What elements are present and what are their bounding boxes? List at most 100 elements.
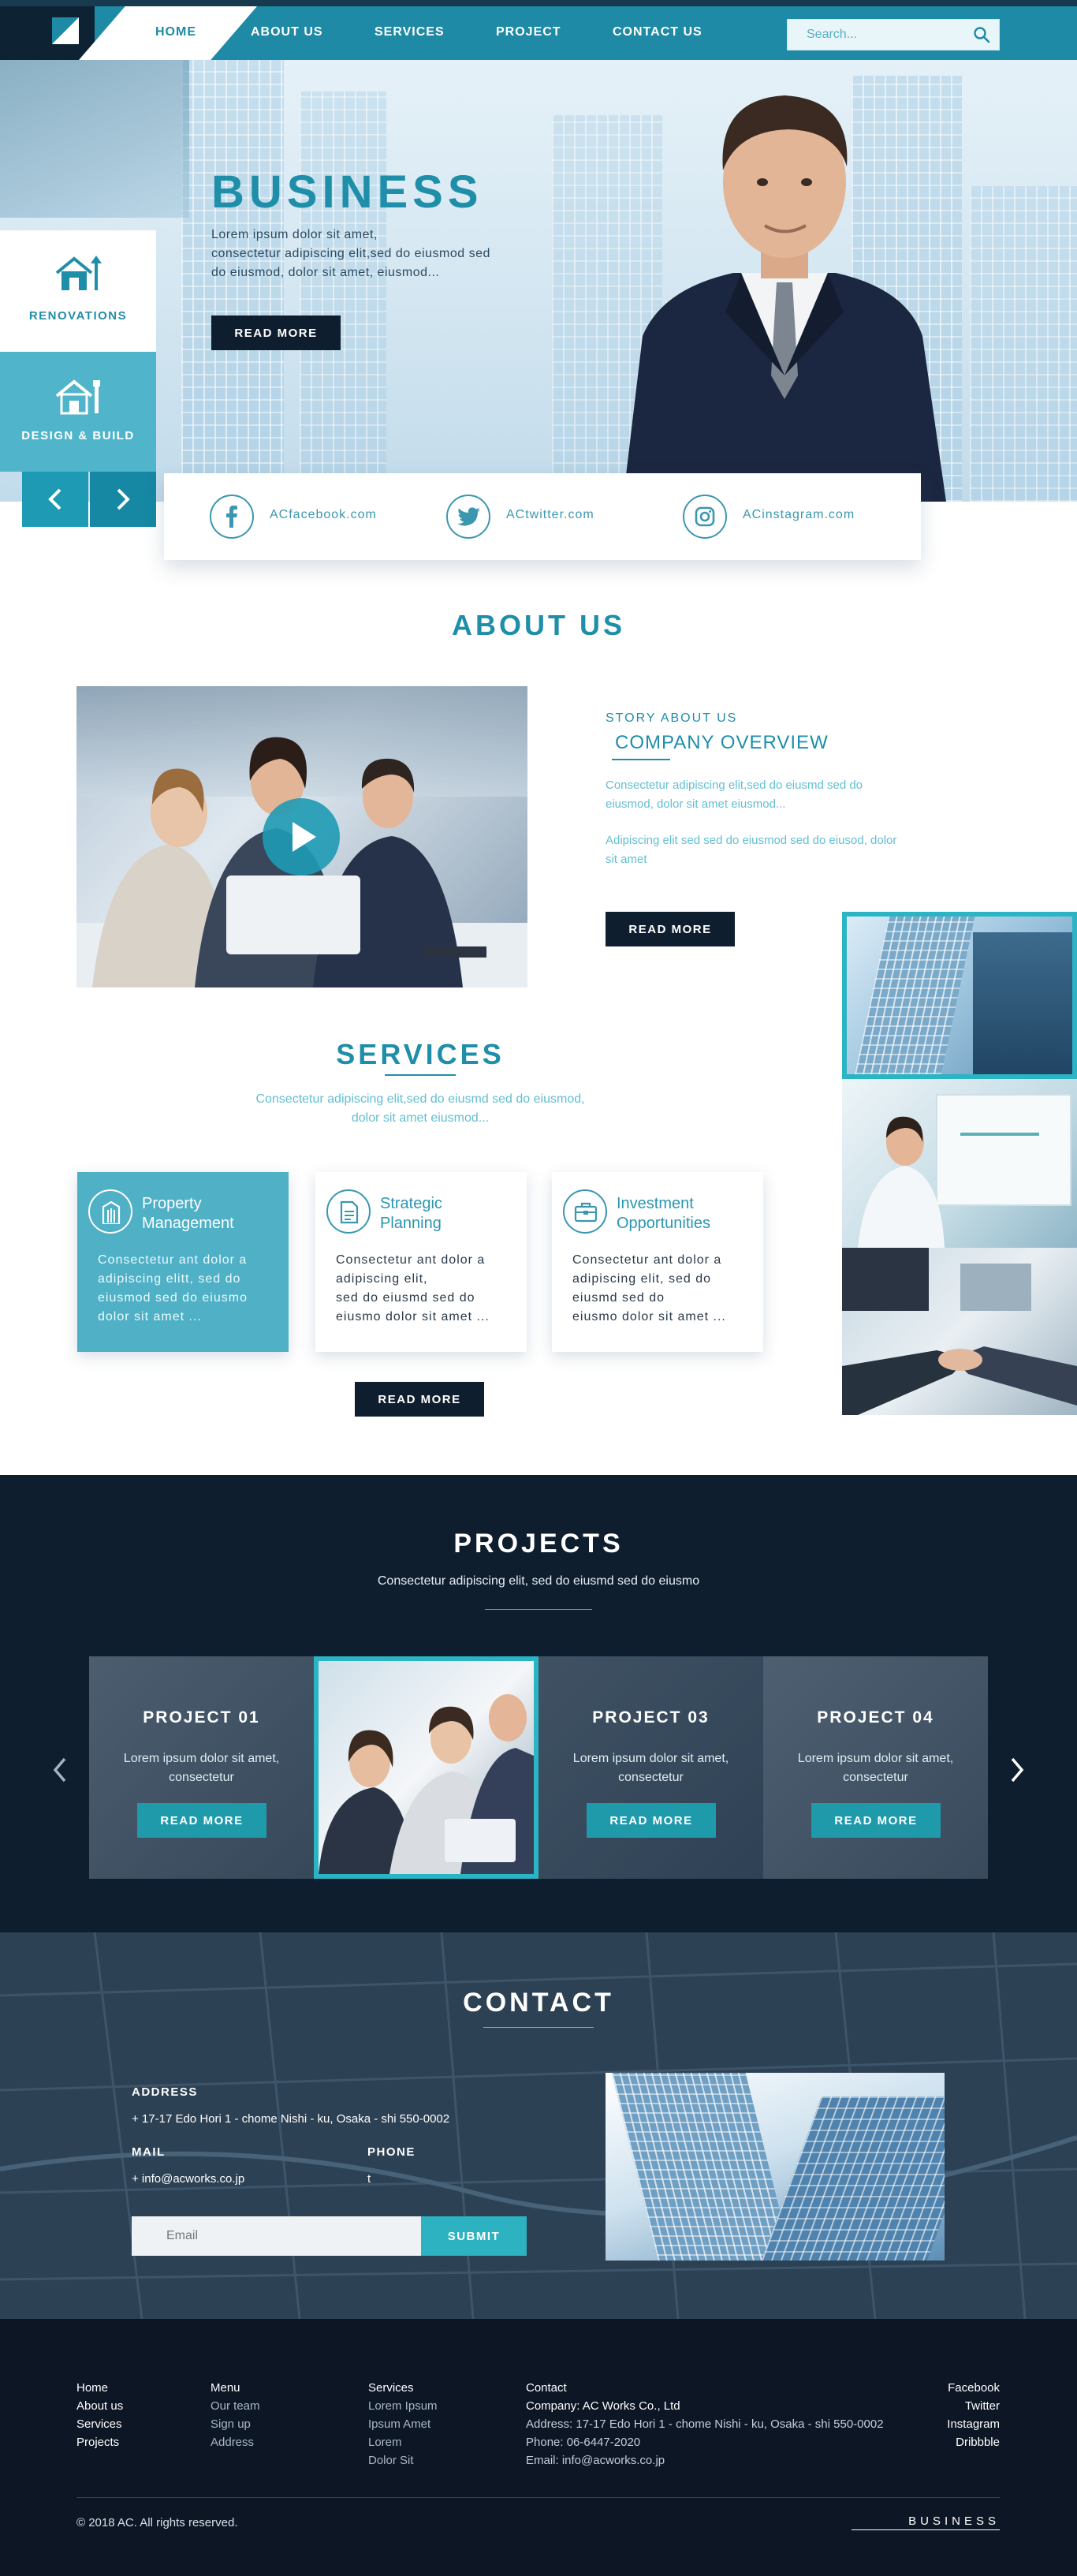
phone-value: t bbox=[367, 2172, 371, 2186]
twitter-link[interactable] bbox=[446, 495, 490, 539]
twitter-icon bbox=[457, 507, 480, 526]
search-box bbox=[787, 19, 1000, 50]
footer-link[interactable]: About us bbox=[76, 2397, 123, 2415]
handshake-photo bbox=[842, 1248, 1077, 1415]
project-desc: Lorem ipsum dolor sit amet, consectetur bbox=[572, 1752, 729, 1784]
footer-link[interactable]: Facebook bbox=[921, 2379, 1000, 2397]
footer-link[interactable]: Dolor Sit bbox=[368, 2451, 438, 2470]
nav-home[interactable]: HOME bbox=[155, 25, 196, 39]
about-video[interactable] bbox=[76, 686, 527, 987]
service-card-investment[interactable]: Investment Opportunities Consectetur ant … bbox=[552, 1172, 763, 1352]
service-title: Strategic Planning bbox=[380, 1195, 442, 1232]
project-read-more-button[interactable]: READ MORE bbox=[587, 1803, 716, 1838]
footer-company: Company: AC Works Co., Ltd bbox=[526, 2399, 680, 2413]
footer-link[interactable]: Projects bbox=[76, 2433, 123, 2451]
prev-slide-button[interactable] bbox=[22, 472, 88, 527]
services-read-more-button[interactable]: READ MORE bbox=[355, 1382, 484, 1417]
about-title: ABOUT US bbox=[452, 609, 625, 641]
projects-prev-button[interactable] bbox=[50, 1756, 69, 1784]
play-button[interactable] bbox=[263, 798, 340, 875]
building-icon bbox=[102, 1200, 121, 1224]
project-card-04[interactable]: PROJECT 04 Lorem ipsum dolor sit amet, co… bbox=[763, 1656, 988, 1879]
footer-email[interactable]: Email: info@acworks.co.jp bbox=[526, 2451, 884, 2470]
projects-divider bbox=[485, 1609, 592, 1610]
footer-link[interactable]: Twitter bbox=[921, 2397, 1000, 2415]
footer-link[interactable]: Sign up bbox=[211, 2415, 260, 2433]
project-card-02[interactable] bbox=[314, 1656, 538, 1879]
footer-social-links: Facebook Twitter Instagram Dribbble bbox=[921, 2379, 1000, 2451]
facebook-link-text[interactable]: ACfacebook.com bbox=[270, 508, 377, 522]
footer-links-menu: Menu Our team Sign up Address bbox=[211, 2379, 260, 2451]
submit-button[interactable]: SUBMIT bbox=[421, 2216, 527, 2256]
service-title: Property Management bbox=[142, 1195, 234, 1232]
instagram-link-text[interactable]: ACinstagram.com bbox=[743, 508, 855, 522]
copyright: © 2018 AC. All rights reserved. bbox=[76, 2516, 238, 2529]
building-image bbox=[970, 186, 1077, 502]
about-read-more-button[interactable]: READ MORE bbox=[606, 912, 735, 946]
footer-link[interactable]: Address bbox=[211, 2433, 260, 2451]
logo-icon bbox=[52, 17, 79, 44]
project-desc: Lorem ipsum dolor sit amet, consectetur bbox=[123, 1752, 280, 1784]
nav-services[interactable]: SERVICES bbox=[375, 25, 445, 39]
instagram-link[interactable] bbox=[683, 495, 727, 539]
footer-divider bbox=[76, 2497, 1000, 2498]
building-image bbox=[852, 917, 975, 1074]
nav-contact[interactable]: CONTACT US bbox=[613, 25, 702, 39]
play-icon bbox=[293, 822, 316, 852]
side-item-renovations[interactable]: RENOVATIONS bbox=[0, 230, 156, 352]
footer-link[interactable]: Home bbox=[76, 2379, 123, 2397]
footer-contact: Contact Company: AC Works Co., Ltd Addre… bbox=[526, 2379, 884, 2470]
services-title-underline bbox=[385, 1074, 456, 1076]
project-title: PROJECT 04 bbox=[817, 1708, 934, 1727]
house-arrow-icon bbox=[55, 256, 102, 290]
search-input[interactable] bbox=[788, 20, 969, 50]
mail-value[interactable]: + info@acworks.co.jp bbox=[132, 2172, 244, 2186]
address-value: + 17-17 Edo Hori 1 - chome Nishi - ku, O… bbox=[132, 2112, 450, 2126]
service-title: Investment Opportunities bbox=[617, 1195, 710, 1232]
chevron-left-icon bbox=[53, 1757, 66, 1783]
contact-title: CONTACT bbox=[463, 1988, 614, 2018]
email-field[interactable] bbox=[132, 2216, 421, 2256]
mail-label: MAIL bbox=[132, 2145, 166, 2159]
about-heading: COMPANY OVERVIEW bbox=[615, 732, 829, 753]
social-bar: ACfacebook.com ACtwitter.com ACinstagram… bbox=[164, 473, 921, 560]
project-title: PROJECT 03 bbox=[592, 1708, 710, 1727]
footer-link[interactable]: Dribbble bbox=[921, 2433, 1000, 2451]
contact-building-photo bbox=[606, 2073, 945, 2261]
search-icon[interactable] bbox=[972, 25, 991, 44]
about-kicker: STORY ABOUT US bbox=[606, 711, 738, 725]
facebook-link[interactable] bbox=[210, 495, 254, 539]
service-card-strategic[interactable]: Strategic Planning Consectetur ant dolor … bbox=[315, 1172, 527, 1352]
project-card-03[interactable]: PROJECT 03 Lorem ipsum dolor sit amet, co… bbox=[538, 1656, 763, 1879]
footer-link[interactable]: Ipsum Amet bbox=[368, 2415, 438, 2433]
nav-project[interactable]: PROJECT bbox=[496, 25, 561, 39]
project-card-01[interactable]: PROJECT 01 Lorem ipsum dolor sit amet, co… bbox=[89, 1656, 314, 1879]
services-title: SERVICES bbox=[336, 1038, 505, 1070]
service-text: Consectetur ant dolor a adipiscing elitt… bbox=[98, 1253, 248, 1323]
projects-carousel: PROJECT 01 Lorem ipsum dolor sit amet, co… bbox=[89, 1656, 988, 1879]
twitter-link-text[interactable]: ACtwitter.com bbox=[506, 508, 594, 522]
hero-read-more-button[interactable]: READ MORE bbox=[211, 315, 341, 350]
nav-about[interactable]: ABOUT US bbox=[251, 25, 323, 39]
footer-links-services: Services Lorem Ipsum Ipsum Amet Lorem Do… bbox=[368, 2379, 438, 2470]
footer-link[interactable]: Instagram bbox=[921, 2415, 1000, 2433]
project-read-more-button[interactable]: READ MORE bbox=[811, 1803, 941, 1838]
service-text: Consectetur ant dolor a adipiscing elit,… bbox=[572, 1253, 726, 1323]
footer-link[interactable]: Our team bbox=[211, 2397, 260, 2415]
footer-link[interactable]: Services bbox=[76, 2415, 123, 2433]
service-card-property[interactable]: Property Management Consectetur ant dolor… bbox=[77, 1172, 289, 1352]
side-item-label: RENOVATIONS bbox=[28, 309, 128, 323]
service-icon bbox=[88, 1189, 132, 1234]
projects-next-button[interactable] bbox=[1008, 1756, 1027, 1784]
footer-phone: Phone: 06-6447-2020 bbox=[526, 2436, 641, 2449]
footer-heading: Menu bbox=[211, 2381, 240, 2395]
businessman-image bbox=[623, 95, 946, 502]
chevron-left-icon bbox=[48, 488, 61, 510]
side-item-design-build[interactable]: DESIGN & BUILD bbox=[0, 352, 156, 472]
next-slide-button[interactable] bbox=[90, 472, 156, 527]
project-read-more-button[interactable]: READ MORE bbox=[137, 1803, 266, 1838]
hero-title: BUSINESS bbox=[211, 166, 483, 218]
logo[interactable] bbox=[0, 6, 95, 60]
footer-link[interactable]: Lorem bbox=[368, 2433, 438, 2451]
footer-link[interactable]: Lorem Ipsum bbox=[368, 2397, 438, 2415]
